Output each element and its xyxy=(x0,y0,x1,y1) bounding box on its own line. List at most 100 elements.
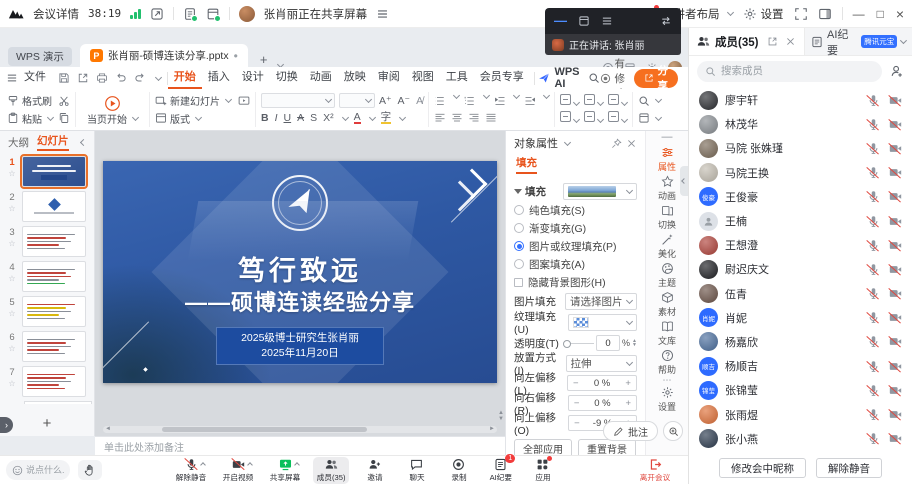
mic-off-icon[interactable] xyxy=(867,335,880,348)
find-replace-button[interactable] xyxy=(638,93,661,109)
toolbar-AI纪要-button[interactable]: 1AI纪要 xyxy=(484,457,517,484)
member-row[interactable]: 马院 张姝瑾 xyxy=(689,136,912,160)
shapes-button[interactable] xyxy=(560,94,579,108)
strip-item-帮助[interactable]: 帮助 xyxy=(646,348,688,377)
open-external-icon[interactable] xyxy=(150,7,164,21)
superscript-button[interactable]: X² xyxy=(323,112,334,124)
close-icon[interactable] xyxy=(785,36,796,47)
print-icon[interactable] xyxy=(96,72,108,84)
select-pane-button[interactable] xyxy=(638,110,661,126)
strip-item-美化[interactable]: 美化 xyxy=(646,232,688,261)
wps-ai-button[interactable]: WPS AI xyxy=(538,66,579,90)
wps-tab-工具[interactable]: 工具 xyxy=(440,67,474,89)
sharing-menu-icon[interactable] xyxy=(376,7,389,21)
toolbar-共享屏幕-button[interactable]: 共享屏幕 xyxy=(266,457,304,484)
member-row[interactable]: 张小燕 xyxy=(689,427,912,451)
toolbar-解除静音-button[interactable]: 解除静音 xyxy=(172,457,210,484)
save-icon[interactable] xyxy=(58,72,70,84)
maximize-button[interactable]: □ xyxy=(877,7,884,21)
wps-tab-审阅[interactable]: 审阅 xyxy=(372,67,406,89)
pin-icon[interactable] xyxy=(611,138,622,149)
wps-tab-会员专享[interactable]: 会员专享 xyxy=(474,67,530,89)
member-row[interactable]: 林茂华 xyxy=(689,112,912,136)
camera-off-icon[interactable] xyxy=(889,408,902,421)
toolbar-聊天-button[interactable]: 聊天 xyxy=(400,457,433,484)
find-icon[interactable] xyxy=(588,72,600,84)
camera-off-icon[interactable] xyxy=(889,94,902,107)
close-button[interactable]: × xyxy=(896,6,904,22)
slide-thumbnail-4[interactable]: 4☆ xyxy=(2,261,92,292)
presenter-view-icon[interactable] xyxy=(238,95,250,107)
alignR-icon[interactable] xyxy=(468,112,480,124)
mic-off-icon[interactable] xyxy=(867,432,880,445)
new-slide-button[interactable]: 新建幻灯片 xyxy=(155,93,250,109)
camera-off-icon[interactable] xyxy=(889,239,902,252)
cut-button[interactable] xyxy=(58,93,70,109)
collapse-chevron[interactable] xyxy=(900,37,907,44)
camera-off-icon[interactable] xyxy=(889,118,902,131)
overlay-list-icon[interactable] xyxy=(601,15,613,27)
chart-button[interactable] xyxy=(584,111,603,125)
wps-app-menu[interactable]: WPS 演示 xyxy=(8,47,72,66)
popout-icon[interactable] xyxy=(767,36,778,47)
strike-button[interactable]: A xyxy=(297,112,304,124)
camera-off-icon[interactable] xyxy=(889,432,902,445)
placement-select[interactable]: 拉伸 xyxy=(566,355,638,372)
option-gradient-fill[interactable]: 渐变填充(G) xyxy=(506,219,645,237)
new-tab-button[interactable]: + xyxy=(260,52,268,67)
add-member-icon[interactable] xyxy=(890,64,904,78)
wps-tab-插入[interactable]: 插入 xyxy=(202,67,236,89)
slide-thumbnail-1[interactable]: 1☆ xyxy=(2,156,92,187)
wps-tab-动画[interactable]: 动画 xyxy=(304,67,338,89)
vertical-scroll-arrows[interactable]: ▲▼ xyxy=(498,410,504,422)
format-painter-button[interactable]: 格式刷 xyxy=(7,93,53,109)
copy-button[interactable] xyxy=(58,110,70,126)
slide-thumbnail-5[interactable]: 5☆ xyxy=(2,296,92,327)
opacity-slider[interactable]: 0 % ▲▼ xyxy=(564,335,637,351)
menu-file[interactable]: 文件 xyxy=(18,67,52,89)
member-row[interactable]: 尉迟庆文 xyxy=(689,257,912,281)
toolbar-应用-button[interactable]: 应用 xyxy=(526,457,559,484)
camera-off-icon[interactable] xyxy=(889,311,902,324)
mic-off-icon[interactable] xyxy=(867,118,880,131)
mic-off-icon[interactable] xyxy=(867,384,880,397)
member-search-box[interactable] xyxy=(697,61,882,82)
strip-item-素材[interactable]: 素材 xyxy=(646,290,688,319)
collapse-panel-icon[interactable] xyxy=(78,136,86,148)
picture-fill-select[interactable]: 请选择图片 xyxy=(565,293,637,310)
overlay-minimize-icon[interactable]: — xyxy=(554,16,567,26)
camera-off-icon[interactable] xyxy=(889,215,902,228)
numbers-icon[interactable] xyxy=(464,95,476,107)
alignL-icon[interactable] xyxy=(434,112,446,124)
shadow-button[interactable]: S xyxy=(310,112,317,124)
camera-off-icon[interactable] xyxy=(889,384,902,397)
font-family-select[interactable] xyxy=(261,93,335,108)
overlay-swap-icon[interactable] xyxy=(660,15,672,27)
mic-off-icon[interactable] xyxy=(867,190,880,203)
zoom-button[interactable] xyxy=(663,421,683,441)
tab-members[interactable]: 成员(35) xyxy=(689,28,804,55)
member-row[interactable]: 锦莹张锦莹 xyxy=(689,378,912,402)
more-actions-chevron[interactable] xyxy=(155,73,162,80)
settings-button[interactable]: 设置 xyxy=(743,6,784,22)
toolbar-邀请-button[interactable]: 邀请 xyxy=(358,457,391,484)
camera-off-icon[interactable] xyxy=(889,263,902,276)
member-row[interactable]: 廖宇轩 xyxy=(689,88,912,112)
camera-off-icon[interactable] xyxy=(889,190,902,203)
wps-tab-设计[interactable]: 设计 xyxy=(236,67,270,89)
wps-tab-视图[interactable]: 视图 xyxy=(406,67,440,89)
toolbar-成员(35)-button[interactable]: 成员(35) xyxy=(313,457,349,484)
italic-button[interactable]: I xyxy=(275,112,278,124)
option-pattern-fill[interactable]: 图案填充(A) xyxy=(506,255,645,273)
side-panel-icon[interactable] xyxy=(818,7,832,21)
close-panel-icon[interactable] xyxy=(626,138,637,149)
mic-off-icon[interactable] xyxy=(867,360,880,373)
toolbar-开启视频-button[interactable]: 开启视频 xyxy=(219,457,257,484)
add-slide-button[interactable]: + xyxy=(0,415,94,432)
current-slide[interactable]: 笃行致远 ——硕博连读经验分享 2025级博士研究生张肖丽 2025年11月20… xyxy=(103,161,497,383)
mic-off-icon[interactable] xyxy=(867,215,880,228)
paste-button[interactable]: 粘贴 xyxy=(7,110,53,126)
mic-off-icon[interactable] xyxy=(867,311,880,324)
wps-tab-开始[interactable]: 开始 xyxy=(168,67,202,89)
cloud-record-icon[interactable] xyxy=(206,7,220,21)
